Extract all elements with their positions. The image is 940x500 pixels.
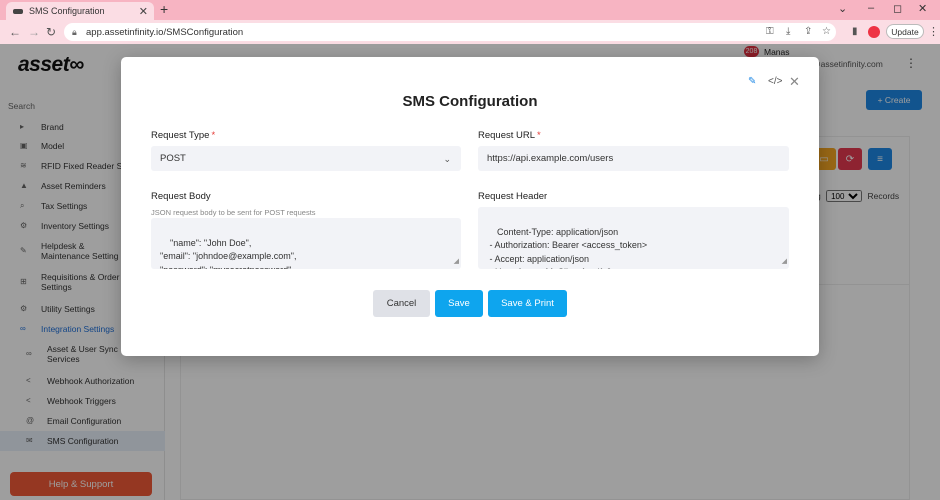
browser-tab[interactable]: SMS Configuration ✕ xyxy=(6,2,154,20)
request-url-input[interactable]: https://api.example.com/users xyxy=(478,146,789,171)
save-button[interactable]: Save xyxy=(435,290,483,317)
window-close-icon[interactable]: ✕ xyxy=(918,2,927,15)
required-mark: * xyxy=(537,130,541,141)
cancel-button[interactable]: Cancel xyxy=(373,290,430,317)
reload-icon[interactable]: ↻ xyxy=(46,25,56,39)
minimize-icon[interactable]: – xyxy=(868,2,874,14)
forward-icon[interactable]: → xyxy=(28,25,40,39)
update-button[interactable]: Update xyxy=(886,24,924,39)
request-header-textarea[interactable]: Content-Type: application/json - Authori… xyxy=(478,207,789,269)
tab-title: SMS Configuration xyxy=(29,6,105,16)
chevron-down-icon: ⌄ xyxy=(443,154,451,164)
profile-avatar[interactable] xyxy=(868,26,880,38)
address-bar: ← → ↻ 🔒︎ app.assetinfinity.io/SMSConfigu… xyxy=(0,20,940,44)
back-icon[interactable]: ← xyxy=(9,25,21,39)
request-type-select[interactable]: POST ⌄ xyxy=(151,146,461,171)
new-tab-button[interactable]: + xyxy=(160,1,168,17)
tab-favicon-icon xyxy=(13,8,23,14)
url-input[interactable]: 🔒︎ app.assetinfinity.io/SMSConfiguration xyxy=(64,23,836,41)
lock-icon: 🔒︎ xyxy=(72,27,77,37)
key-icon[interactable]: ⚿ xyxy=(766,26,774,37)
browser-tabbar: SMS Configuration ✕ + ⌄ – ◻ ✕ xyxy=(0,0,940,20)
close-icon[interactable]: ✕ xyxy=(789,74,800,90)
star-icon[interactable]: ☆ xyxy=(822,26,831,37)
request-url-label: Request URL * xyxy=(478,130,541,141)
chevron-down-icon[interactable]: ⌄ xyxy=(838,2,847,15)
url-text: app.assetinfinity.io/SMSConfiguration xyxy=(86,26,244,38)
request-type-label: Request Type * xyxy=(151,130,216,141)
required-mark: * xyxy=(211,130,216,141)
maximize-icon[interactable]: ◻ xyxy=(893,2,902,15)
resize-handle-icon[interactable]: ◢ xyxy=(454,255,459,269)
modal-title: SMS Configuration xyxy=(402,93,538,110)
request-header-label: Request Header xyxy=(478,191,548,202)
edit-icon[interactable]: ✎ xyxy=(748,76,756,87)
save-print-button[interactable]: Save & Print xyxy=(488,290,567,317)
tab-close-icon[interactable]: ✕ xyxy=(139,5,148,18)
request-body-label: Request Body xyxy=(151,191,211,202)
share-icon[interactable]: ⇪ xyxy=(804,26,812,37)
install-icon[interactable]: ⤓ xyxy=(786,26,790,37)
request-body-hint: JSON request body to be sent for POST re… xyxy=(151,208,316,217)
sidepanel-icon[interactable]: ▮ xyxy=(852,26,858,37)
sms-configuration-modal: ✎ </> ✕ SMS Configuration Request Type * … xyxy=(121,57,819,356)
more-vert-icon[interactable]: ⋮ xyxy=(928,25,939,38)
code-icon[interactable]: </> xyxy=(768,76,782,87)
request-body-textarea[interactable]: "name": "John Doe", "email": "johndoe@ex… xyxy=(151,218,461,269)
resize-handle-icon[interactable]: ◢ xyxy=(782,255,787,269)
